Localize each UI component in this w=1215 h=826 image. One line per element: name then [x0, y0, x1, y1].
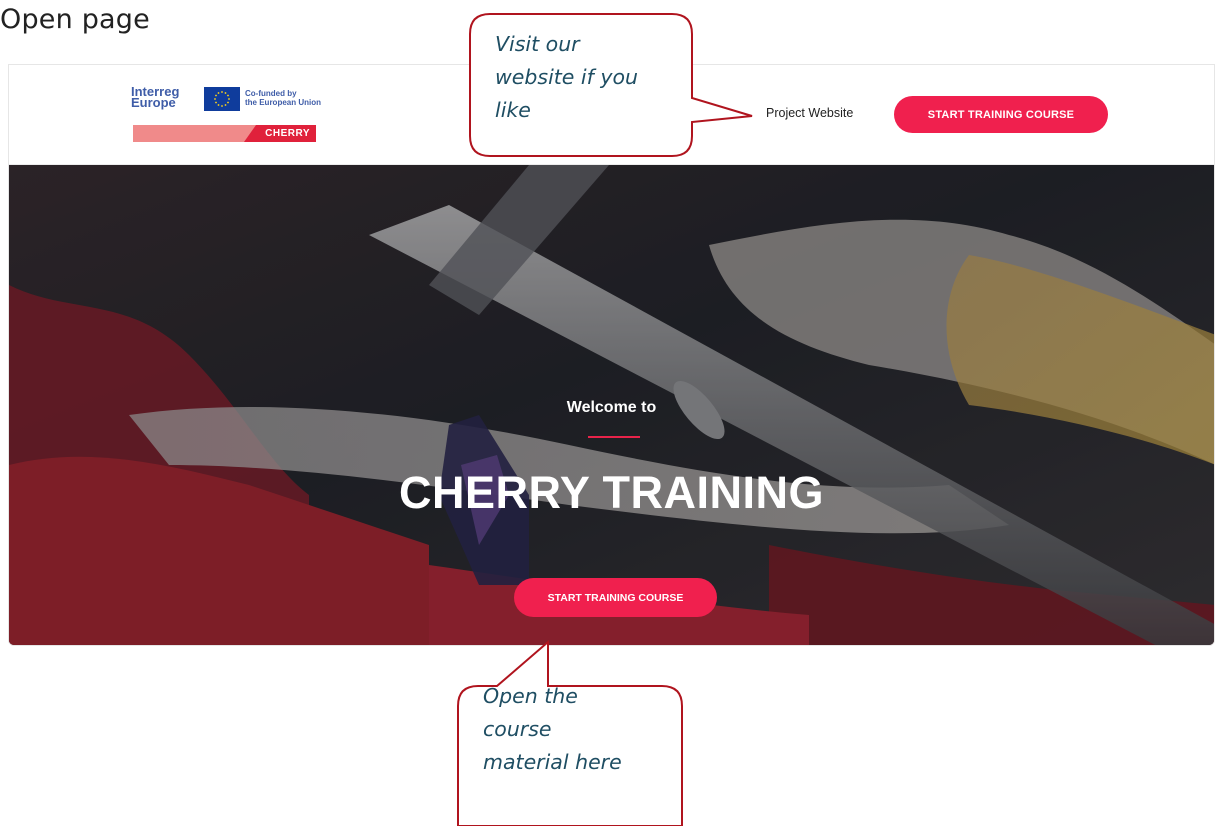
callout-top-line: Visit our [495, 32, 580, 56]
hero-welcome-text: Welcome to [566, 399, 657, 416]
callout-top-text: Visit our website if you like [495, 28, 638, 127]
hero-section: Welcome to CHERRY TRAINING START TRAININ… [9, 165, 1214, 645]
callout-top-line: website if you [495, 65, 639, 89]
project-website-link[interactable]: Project Website [766, 106, 853, 120]
cofunded-line-2: the European Union [245, 98, 321, 107]
cofunded-line-1: Co-funded by [245, 89, 297, 98]
slide-title: Open page [0, 4, 150, 35]
callout-bottom-line: material here [483, 750, 622, 774]
callout-bottom-text: Open the course material here [483, 680, 622, 779]
interreg-wordmark: Interreg Europe [131, 85, 179, 110]
header-start-training-button[interactable]: START TRAINING COURSE [894, 96, 1108, 133]
website-screenshot: Interreg Europe Co-funded by the Europea… [8, 64, 1215, 646]
cherry-band: CHERRY [133, 125, 316, 142]
slide: Open page Interreg Europe Co-funded by t… [0, 0, 1215, 826]
europe-text: Europe [131, 95, 176, 110]
callout-bottom-line: course [483, 717, 552, 741]
eu-flag-icon [204, 87, 240, 111]
interreg-cherry-logo[interactable]: Interreg Europe Co-funded by the Europea… [131, 85, 321, 146]
cofunded-text: Co-funded by the European Union [245, 89, 321, 107]
hero-divider [588, 436, 640, 438]
hero-start-training-button[interactable]: START TRAINING COURSE [514, 578, 717, 617]
cherry-tag: CHERRY [244, 125, 316, 142]
callout-bottom-line: Open the [483, 684, 578, 708]
callout-top-line: like [495, 98, 531, 122]
hero-title: CHERRY TRAINING [398, 467, 825, 518]
